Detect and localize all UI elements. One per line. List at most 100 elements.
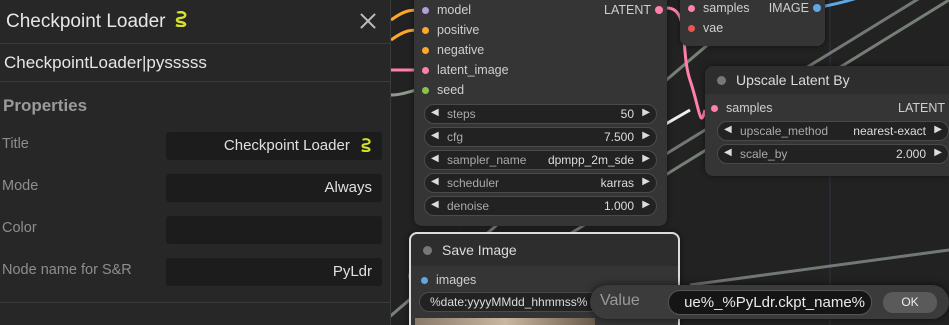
slot-dot-latent-image	[422, 66, 429, 74]
slot-label: vae	[703, 21, 724, 35]
slot-label: model	[437, 3, 472, 17]
slot-label: seed	[437, 83, 465, 97]
input-slot-negative[interactable]: negative	[414, 40, 667, 60]
increment-arrow-icon[interactable]: ▶	[642, 153, 650, 164]
properties-panel: Checkpoint Loader CheckpointLoader|pysss…	[0, 0, 391, 325]
output-label-latent: LATENT	[604, 3, 651, 17]
upscale-latent-by-node[interactable]: Upscale Latent By samples LATENT ◀ upsca…	[705, 66, 949, 176]
widget-scheduler[interactable]: ◀ scheduler karras ▶	[424, 173, 657, 193]
properties-heading: Properties	[3, 96, 88, 115]
node-title-bar[interactable]: Save Image	[411, 234, 678, 266]
widget-value: karras	[600, 176, 634, 190]
widget-value: nearest-exact	[853, 124, 926, 138]
input-slot-samples[interactable]: samples IMAGE	[680, 0, 825, 18]
input-slot-positive[interactable]: positive	[414, 20, 667, 40]
property-label: Title	[2, 136, 29, 152]
widget-denoise[interactable]: ◀ denoise 1.000 ▶	[424, 196, 657, 216]
increment-arrow-icon[interactable]: ▶	[642, 199, 650, 210]
slot-label: images	[436, 273, 477, 287]
increment-arrow-icon[interactable]: ▶	[934, 147, 942, 158]
panel-title: Checkpoint Loader	[6, 10, 166, 32]
widget-upscale-method[interactable]: ◀ upscale_method nearest-exact ▶	[717, 121, 949, 141]
ok-button[interactable]: OK	[883, 292, 937, 313]
decrement-arrow-icon[interactable]: ◀	[431, 199, 439, 210]
ksampler-node[interactable]: model LATENT positive negative latent_im…	[414, 0, 667, 226]
mode-field[interactable]: Always	[166, 174, 382, 202]
input-slot-latent-image[interactable]: latent_image	[414, 60, 667, 80]
image-preview	[415, 318, 595, 325]
title-field[interactable]: Checkpoint Loader	[166, 132, 382, 160]
value-label: Value	[600, 292, 640, 309]
widget-name: sampler_name	[447, 153, 527, 167]
collapse-dot-icon[interactable]	[717, 75, 726, 85]
input-slot-model[interactable]: model LATENT	[414, 0, 667, 20]
increment-arrow-icon[interactable]: ▶	[642, 107, 650, 118]
widget-scale-by[interactable]: ◀ scale_by 2.000 ▶	[717, 144, 949, 164]
property-row-color: Color	[0, 216, 391, 244]
output-label-latent: LATENT	[898, 101, 945, 115]
color-field[interactable]	[166, 216, 382, 244]
slot-dot-positive	[422, 26, 429, 34]
widget-value: 1.000	[603, 199, 634, 213]
output-slot-image[interactable]	[813, 4, 821, 12]
decrement-arrow-icon[interactable]: ◀	[431, 107, 439, 118]
title-value: Checkpoint Loader	[223, 137, 350, 154]
widget-cfg[interactable]: ◀ cfg 7.500 ▶	[424, 127, 657, 147]
property-label: Color	[2, 220, 37, 236]
widget-name: upscale_method	[740, 124, 829, 138]
widget-name: denoise	[447, 199, 490, 213]
node-title: Save Image	[442, 242, 517, 258]
widget-steps[interactable]: ◀ steps 50 ▶	[424, 104, 657, 124]
slot-dot-negative	[422, 46, 429, 54]
widget-value: %date:yyyyMMdd_hhmmss%	[430, 295, 588, 309]
slot-label: positive	[437, 23, 480, 37]
node-type-label: CheckpointLoader|pysssss	[0, 44, 390, 82]
slot-dot-model	[422, 6, 429, 14]
decrement-arrow-icon[interactable]: ◀	[431, 153, 439, 164]
slot-dot-samples	[711, 104, 718, 112]
increment-arrow-icon[interactable]: ▶	[934, 124, 942, 135]
decrement-arrow-icon[interactable]: ◀	[724, 124, 732, 135]
slot-dot-samples	[688, 4, 695, 12]
widget-name: scale_by	[740, 147, 788, 161]
divider	[0, 302, 391, 303]
decrement-arrow-icon[interactable]: ◀	[431, 130, 439, 141]
property-row-mode: Mode Always	[0, 174, 391, 202]
panel-header: Checkpoint Loader	[0, 0, 390, 44]
value-input[interactable]: ue%_%PyLdr.ckpt_name%	[668, 290, 872, 315]
close-icon[interactable]	[356, 9, 380, 33]
output-label-image: IMAGE	[768, 1, 809, 15]
input-slot-vae[interactable]: vae	[680, 18, 825, 38]
slot-dot-images	[421, 276, 428, 284]
output-slot-latent[interactable]	[655, 6, 663, 14]
increment-arrow-icon[interactable]: ▶	[642, 130, 650, 141]
increment-arrow-icon[interactable]: ▶	[642, 176, 650, 187]
slot-label: latent_image	[437, 63, 509, 77]
vae-decode-node[interactable]: samples IMAGE vae	[680, 0, 825, 46]
slot-label: samples	[726, 101, 773, 115]
snake-icon	[360, 138, 372, 156]
property-label: Mode	[2, 178, 39, 194]
widget-sampler-name[interactable]: ◀ sampler_name dpmpp_2m_sde ▶	[424, 150, 657, 170]
decrement-arrow-icon[interactable]: ◀	[724, 147, 732, 158]
widget-value: 7.500	[603, 130, 634, 144]
input-slot-seed[interactable]: seed	[414, 80, 667, 100]
value-edit-dialog: Value ue%_%PyLdr.ckpt_name% OK	[590, 285, 949, 319]
widget-name: scheduler	[447, 176, 500, 190]
node-name-field[interactable]: PyLdr	[166, 258, 382, 286]
node-title-bar[interactable]: Upscale Latent By	[705, 66, 949, 94]
collapse-dot-icon[interactable]	[423, 245, 432, 255]
slot-dot-vae	[688, 24, 695, 32]
slot-label: negative	[437, 43, 485, 57]
property-row-title: Title Checkpoint Loader	[0, 132, 391, 160]
widget-name: steps	[447, 107, 476, 121]
slot-label: samples	[703, 1, 750, 15]
input-slot-samples[interactable]: samples LATENT	[705, 98, 949, 118]
property-row-node-name: Node name for S&R PyLdr	[0, 258, 391, 286]
node-title: Upscale Latent By	[736, 72, 850, 88]
property-label: Node name for S&R	[2, 262, 132, 278]
widget-name: cfg	[447, 130, 464, 144]
decrement-arrow-icon[interactable]: ◀	[431, 176, 439, 187]
slot-dot-seed	[422, 86, 429, 94]
widget-value: 2.000	[895, 147, 926, 161]
